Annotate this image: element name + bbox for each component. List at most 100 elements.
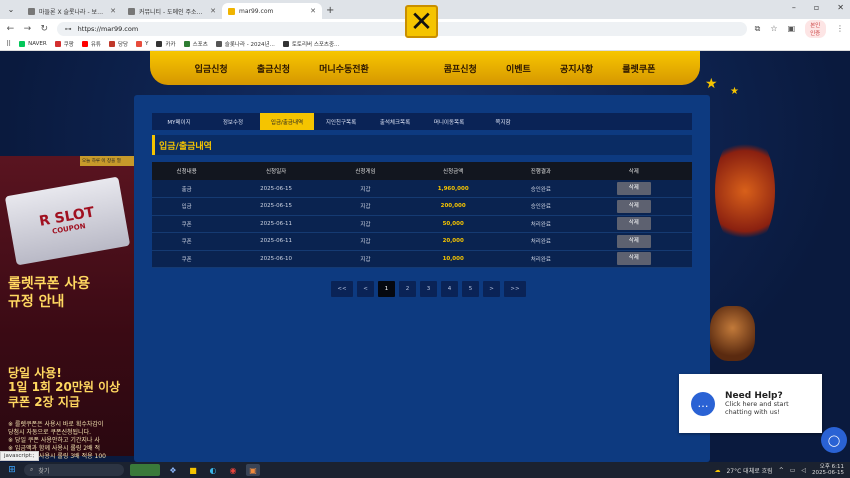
menu-close-button[interactable]: ✕ [405, 5, 438, 38]
delete-button[interactable]: 삭제 [616, 234, 651, 248]
promo-subheadline-line: 당일 사용! [8, 366, 62, 380]
bookmark-star-icon[interactable]: ☆ [770, 24, 777, 33]
tab-messages[interactable]: 쪽지함 [476, 113, 530, 130]
apps-grid-icon[interactable]: ⠿ [6, 40, 11, 48]
bookmark-favicon-icon [136, 41, 143, 47]
tab-close-icon[interactable]: ✕ [310, 7, 316, 15]
browser-tab-1[interactable]: 커뮤니티 - 도메인 주소를 ... ✕ [122, 3, 222, 19]
browser-tab-2[interactable]: mar99.com ✕ [222, 3, 322, 19]
roulette-wheel-art [715, 131, 775, 251]
taskbar-clock[interactable]: 오후 6:11 2025-06-15 [812, 464, 844, 476]
taskbar-app-icon[interactable]: ❖ [166, 464, 180, 476]
promo-headline: 룰렛쿠폰 사용 규정 안내 [8, 276, 90, 311]
nav-comp[interactable]: 콤프신청 [444, 62, 477, 75]
chat-help-subtitle: Click here and start chatting with us! [725, 399, 789, 416]
mypage-tabs: MY페이지 정보수정 입금/출금내역 지인친구목록 출석체크목록 머니이동목록 … [152, 113, 692, 130]
cell-type: 쿠폰 [152, 250, 222, 268]
tab-friends[interactable]: 지인친구목록 [314, 113, 368, 130]
taskbar-active-app-icon[interactable]: ▣ [246, 464, 260, 476]
forward-icon[interactable]: → [23, 24, 32, 34]
search-icon: ⌕ [30, 466, 34, 473]
page-button-2[interactable]: 2 [399, 281, 416, 297]
tab-label: 커뮤니티 - 도메인 주소를 ... [139, 8, 207, 16]
reload-icon[interactable]: ↻ [40, 24, 49, 34]
delete-button[interactable]: 삭제 [616, 252, 651, 266]
maximize-icon[interactable]: ▫ [814, 3, 819, 12]
network-icon[interactable]: ▭ [790, 467, 796, 474]
windows-start-icon[interactable]: ⊞ [6, 465, 18, 475]
bookmark-favicon-icon [19, 41, 26, 47]
promo-headline-line: 룰렛쿠폰 사용 [8, 276, 91, 292]
nav-roulette-coupon[interactable]: 룰렛쿠폰 [622, 62, 655, 75]
cell-amount: 50,000 [400, 215, 507, 233]
profile-button[interactable]: 본인 인증 [805, 19, 826, 38]
bookmark-label: NAVER [28, 41, 47, 47]
bookmark-item[interactable]: Y [136, 41, 148, 47]
page-last-button[interactable]: >> [504, 281, 526, 297]
tab-search-icon[interactable]: ⌄ [4, 2, 18, 16]
bookmark-item[interactable]: 슬롯나라 - 2024년... [215, 40, 275, 48]
tab-attendance[interactable]: 출석체크목록 [368, 113, 422, 130]
cell-delete: 삭제 [575, 250, 692, 268]
site-info-icon[interactable]: ⊶ [65, 25, 72, 33]
nav-event[interactable]: 이벤트 [506, 62, 531, 75]
page-button-1[interactable]: 1 [378, 281, 395, 297]
extensions-icon[interactable]: ▣ [788, 24, 796, 33]
cell-delete: 삭제 [575, 180, 692, 198]
cell-result: 처리완료 [506, 215, 576, 233]
new-tab-icon[interactable]: + [326, 5, 334, 16]
tab-money-transfers[interactable]: 머니이동목록 [422, 113, 476, 130]
page-button-5[interactable]: 5 [462, 281, 479, 297]
back-icon[interactable]: ← [6, 24, 15, 34]
tray-chevron-icon[interactable]: ^ [779, 467, 784, 474]
cell-type: 쿠폰 [152, 232, 222, 251]
page-first-button[interactable]: << [331, 281, 353, 297]
page-button-4[interactable]: 4 [441, 281, 458, 297]
taskbar-notes-icon[interactable]: ■ [186, 464, 200, 476]
bookmark-item[interactable]: NAVER [19, 41, 47, 47]
delete-button[interactable]: 삭제 [616, 182, 651, 195]
taskbar-search[interactable]: ⌕ 찾기 [24, 464, 124, 476]
chat-launcher-icon[interactable]: ◯ [821, 427, 847, 453]
bookmark-item[interactable]: 유튜 [81, 40, 101, 48]
url-input[interactable]: ⊶ https://mar99.com [56, 21, 747, 36]
bookmark-item[interactable]: 당당 [108, 40, 128, 48]
col-game: 신청게임 [330, 162, 401, 180]
delete-button[interactable]: 삭제 [616, 217, 651, 231]
menu-icon[interactable]: ⋮ [836, 24, 844, 33]
bookmark-label: 슬롯나라 - 2024년... [224, 42, 275, 48]
page-next-button[interactable]: > [483, 281, 500, 297]
taskbar-widget-icon[interactable] [130, 464, 160, 476]
page-button-3[interactable]: 3 [420, 281, 437, 297]
delete-button[interactable]: 삭제 [616, 199, 651, 213]
tab-edit-info[interactable]: 정보수정 [206, 113, 260, 130]
volume-icon[interactable]: ◁ [801, 467, 806, 474]
page-prev-button[interactable]: < [357, 281, 374, 297]
tab-deposit-withdraw-history[interactable]: 입금/출금내역 [260, 113, 314, 130]
nav-withdraw[interactable]: 출금신청 [257, 62, 290, 75]
hide-today-label[interactable]: 오늘 하루 이 창을 열 [80, 156, 135, 166]
cell-amount: 200,000 [400, 197, 507, 216]
nav-money-transfer[interactable]: 머니수동전환 [319, 62, 369, 75]
table-row: 입금 2025-06-15 지갑 200,000 승인완료 삭제 [152, 197, 692, 216]
chat-help-widget[interactable]: … Need Help? Click here and start chatti… [679, 374, 822, 433]
mypage-panel: MY페이지 정보수정 입금/출금내역 지인친구목록 출석체크목록 머니이동목록 … [134, 95, 710, 462]
tab-mypage[interactable]: MY페이지 [152, 113, 206, 130]
nav-deposit[interactable]: 입금신청 [195, 62, 228, 75]
nav-notice[interactable]: 공지사항 [560, 62, 593, 75]
taskbar-search-placeholder: 찾기 [38, 467, 50, 475]
weather-text[interactable]: 27°C 대체로 흐림 [726, 466, 772, 475]
edge-browser-icon[interactable]: ◐ [206, 464, 220, 476]
bookmark-item[interactable]: 토토리버 스포츠중... [282, 40, 339, 48]
window-close-icon[interactable]: ✕ [837, 3, 844, 12]
table-row: 쿠폰 2025-06-11 지갑 20,000 처리완료 삭제 [152, 232, 692, 251]
bookmark-item[interactable]: 쿠팡 [54, 40, 74, 48]
install-icon[interactable]: ⧉ [755, 24, 761, 34]
chrome-browser-icon[interactable]: ◉ [226, 464, 240, 476]
minimize-icon[interactable]: – [792, 3, 796, 12]
tab-close-icon[interactable]: ✕ [110, 7, 116, 15]
bookmark-item[interactable]: 스포츠 [183, 40, 208, 48]
browser-tab-0[interactable]: 마들론 X 슬롯나라 - 보증금 2억... ✕ [22, 3, 122, 19]
tab-close-icon[interactable]: ✕ [210, 7, 216, 15]
bookmark-item[interactable]: 카카 [156, 40, 176, 48]
